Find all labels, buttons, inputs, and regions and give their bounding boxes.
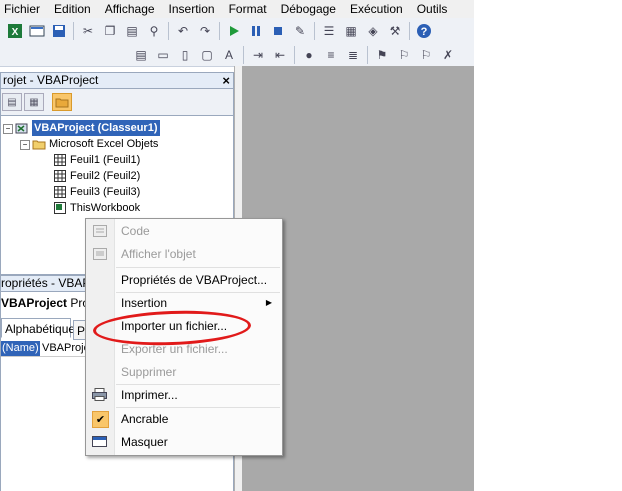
toggle-breakpoint-icon[interactable]: ●: [299, 45, 319, 65]
folder-icon: [32, 138, 46, 150]
complete-word-icon[interactable]: A: [219, 45, 239, 65]
menu-insertion[interactable]: Insertion: [162, 0, 222, 18]
checkmark-icon: ✔: [92, 411, 109, 428]
excel-view-icon[interactable]: X: [5, 21, 25, 41]
menu-item-code[interactable]: Code: [86, 220, 282, 242]
toggle-folders-icon[interactable]: [52, 93, 72, 111]
menu-item-ancrable[interactable]: ✔ Ancrable: [86, 408, 282, 430]
tree-node-sheet[interactable]: Feuil2 (Feuil2): [53, 168, 140, 184]
menu-item-imprimer[interactable]: Imprimer...: [86, 384, 282, 406]
collapse-icon[interactable]: −: [3, 124, 13, 134]
printer-icon: [92, 388, 107, 401]
close-icon[interactable]: ×: [222, 73, 230, 88]
toolbar-separator: [294, 46, 295, 64]
workbook-icon: [53, 202, 67, 214]
toolbar-separator: [219, 22, 220, 40]
properties-window-icon[interactable]: ▦: [341, 21, 361, 41]
break-icon[interactable]: [246, 21, 266, 41]
uncomment-block-icon[interactable]: ≣: [343, 45, 363, 65]
menu-debogage[interactable]: Débogage: [274, 0, 343, 18]
run-icon[interactable]: [224, 21, 244, 41]
toolbar-area: X ✂ ❐ ▤ ⚲ ↶ ↷ ✎ ☰ ▦ ◈ ⚒ ? ▤ ▭ ▯ ▢ A ⇥ ⇤ …: [0, 18, 474, 67]
copy-icon[interactable]: ❐: [100, 21, 120, 41]
tree-node-sheet[interactable]: Feuil1 (Feuil1): [53, 152, 140, 168]
undo-icon[interactable]: ↶: [173, 21, 193, 41]
toolbar-separator: [243, 46, 244, 64]
edit-toolbar: ▤ ▭ ▯ ▢ A ⇥ ⇤ ● ≡ ≣ ⚑ ⚐ ⚐ ✗: [130, 43, 459, 67]
worksheet-icon: [53, 170, 67, 182]
tree-node-sheet[interactable]: Feuil3 (Feuil3): [53, 184, 140, 200]
list-properties-icon[interactable]: ▤: [131, 45, 151, 65]
property-name: (Name): [1, 341, 40, 356]
clear-bookmarks-icon[interactable]: ✗: [438, 45, 458, 65]
view-code-icon[interactable]: ▤: [2, 93, 22, 111]
vba-project-icon: [15, 122, 29, 134]
parameter-info-icon[interactable]: ▢: [197, 45, 217, 65]
menu-item-masquer[interactable]: Masquer: [86, 431, 282, 453]
properties-object-name: VBAProject: [1, 296, 68, 310]
menu-bar: Fichier Edition Affichage Insertion Form…: [0, 0, 474, 18]
design-mode-icon[interactable]: ✎: [290, 21, 310, 41]
view-object-icon[interactable]: ▦: [24, 93, 44, 111]
tree-node-workbook[interactable]: ThisWorkbook: [53, 200, 140, 216]
next-bookmark-icon[interactable]: ⚐: [394, 45, 414, 65]
redo-icon[interactable]: ↷: [195, 21, 215, 41]
hide-window-icon: [92, 435, 107, 448]
submenu-arrow-icon: ▶: [265, 298, 272, 307]
quick-info-icon[interactable]: ▯: [175, 45, 195, 65]
project-explorer-titlebar: rojet - VBAProject ×: [0, 72, 234, 89]
toggle-bookmark-icon[interactable]: ⚑: [372, 45, 392, 65]
previous-bookmark-icon[interactable]: ⚐: [416, 45, 436, 65]
toolbar-separator: [409, 22, 410, 40]
find-icon[interactable]: ⚲: [144, 21, 164, 41]
menu-item-proprietes[interactable]: Propriétés de VBAProject...: [86, 269, 282, 291]
view-object-icon: [92, 247, 107, 260]
standard-toolbar: X ✂ ❐ ▤ ⚲ ↶ ↷ ✎ ☰ ▦ ◈ ⚒ ?: [4, 19, 435, 43]
cut-icon[interactable]: ✂: [78, 21, 98, 41]
menu-execution[interactable]: Exécution: [343, 0, 410, 18]
worksheet-icon: [53, 154, 67, 166]
menu-item-supprimer[interactable]: Supprimer: [86, 361, 282, 383]
toolbox-icon[interactable]: ⚒: [385, 21, 405, 41]
outdent-icon[interactable]: ⇤: [270, 45, 290, 65]
toolbar-separator: [314, 22, 315, 40]
comment-block-icon[interactable]: ≡: [321, 45, 341, 65]
menu-edition[interactable]: Edition: [47, 0, 98, 18]
menu-outils[interactable]: Outils: [410, 0, 455, 18]
project-explorer-title: rojet - VBAProject: [3, 73, 99, 87]
svg-text:?: ?: [421, 26, 428, 38]
insert-userform-icon[interactable]: [27, 21, 47, 41]
menu-separator: [116, 267, 280, 268]
indent-icon[interactable]: ⇥: [248, 45, 268, 65]
collapse-icon[interactable]: −: [20, 140, 30, 150]
list-constants-icon[interactable]: ▭: [153, 45, 173, 65]
project-explorer-toolbar: ▤ ▦: [0, 89, 234, 115]
code-icon: [92, 224, 107, 237]
tree-node-excel-objects[interactable]: Microsoft Excel Objets: [32, 136, 158, 152]
paste-icon[interactable]: ▤: [122, 21, 142, 41]
menu-fichier[interactable]: Fichier: [0, 0, 47, 18]
menu-affichage[interactable]: Affichage: [98, 0, 162, 18]
menu-item-afficher-objet[interactable]: Afficher l'objet: [86, 243, 282, 265]
svg-text:X: X: [12, 27, 19, 38]
properties-title: ropriétés - VBAP: [1, 276, 91, 290]
tree-node-vbaproject[interactable]: VBAProject (Classeur1): [15, 120, 160, 136]
properties-object-selector[interactable]: VBAProject Proje: [1, 296, 98, 310]
reset-icon[interactable]: [268, 21, 288, 41]
help-icon[interactable]: ?: [414, 21, 434, 41]
save-icon[interactable]: [49, 21, 69, 41]
tab-alphabetique[interactable]: Alphabétique: [1, 318, 75, 338]
property-value[interactable]: VBAProje: [42, 341, 90, 356]
menu-format[interactable]: Format: [222, 0, 274, 18]
toolbar-separator: [367, 46, 368, 64]
project-explorer-icon[interactable]: ☰: [319, 21, 339, 41]
toolbar-separator: [168, 22, 169, 40]
object-browser-icon[interactable]: ◈: [363, 21, 383, 41]
worksheet-icon: [53, 186, 67, 198]
toolbar-separator: [73, 22, 74, 40]
